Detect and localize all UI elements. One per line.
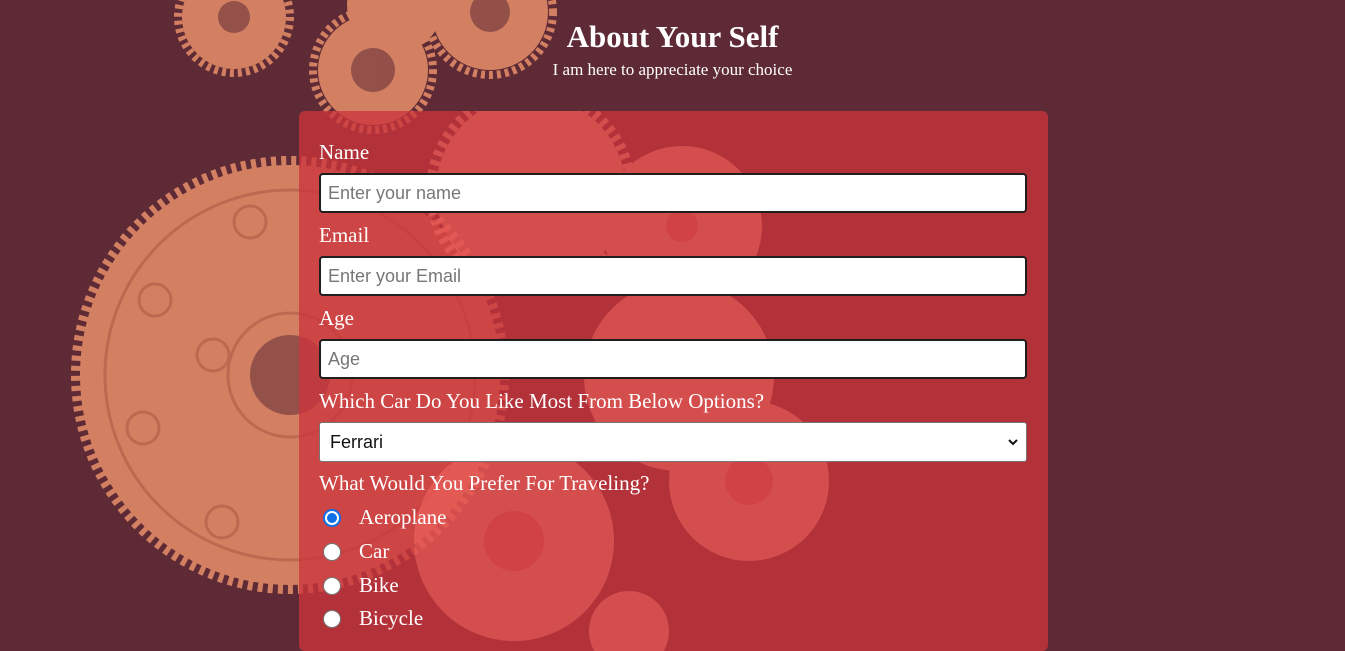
travel-label: What Would You Prefer For Traveling? bbox=[319, 471, 650, 495]
email-label: Email bbox=[319, 223, 370, 247]
aeroplane-radio[interactable] bbox=[323, 509, 341, 527]
page-header: About Your Self I am here to appreciate … bbox=[0, 0, 1345, 79]
chevron-down-icon bbox=[1008, 439, 1018, 446]
name-input[interactable] bbox=[319, 173, 1027, 213]
name-label: Name bbox=[319, 140, 370, 164]
car-option-label: Car bbox=[359, 539, 390, 563]
bike-radio[interactable] bbox=[323, 577, 341, 595]
bicycle-label: Bicycle bbox=[359, 606, 424, 630]
page-title: About Your Self bbox=[566, 19, 779, 54]
age-input[interactable] bbox=[319, 339, 1027, 379]
bicycle-radio[interactable] bbox=[323, 610, 341, 628]
survey-form: Name Email Age Which Car Do You Like Mos… bbox=[299, 111, 1048, 651]
car-select-value: Ferrari bbox=[330, 432, 383, 452]
car-label: Which Car Do You Like Most From Below Op… bbox=[319, 389, 765, 413]
bike-label: Bike bbox=[359, 573, 399, 597]
page-subtitle: I am here to appreciate your choice bbox=[552, 60, 793, 79]
car-select[interactable]: Ferrari bbox=[319, 422, 1027, 462]
aeroplane-label: Aeroplane bbox=[359, 505, 447, 529]
email-input[interactable] bbox=[319, 256, 1027, 296]
car-radio[interactable] bbox=[323, 543, 341, 561]
age-label: Age bbox=[319, 306, 354, 330]
